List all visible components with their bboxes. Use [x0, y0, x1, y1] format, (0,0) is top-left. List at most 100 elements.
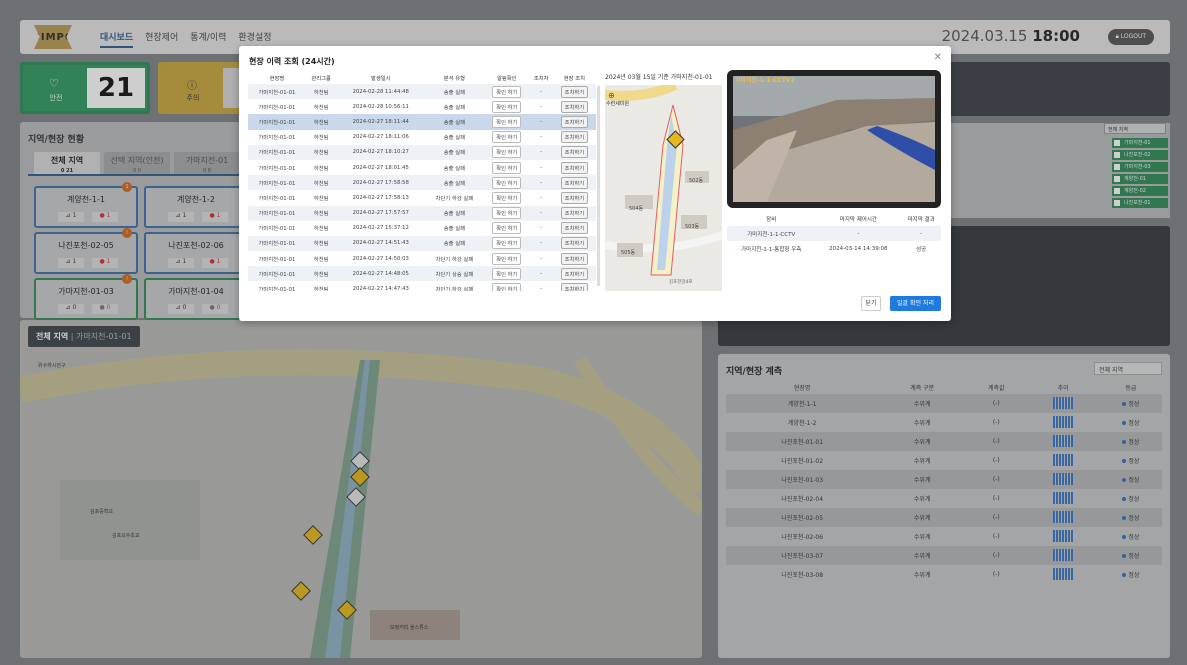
table-row[interactable]: 가마지천-01-01 하천팀 2024-02-27 18:11:06 송출 실패 확인 …: [248, 130, 596, 145]
table-row[interactable]: 가마지천-01-01 하천팀 2024-02-27 14:48:05 차단기 상승 실…: [248, 266, 596, 282]
cctv-view[interactable]: 가마지천-1-1-CCTV2: [727, 70, 941, 208]
table-row[interactable]: 가마지천-01-01 하천팀 2024-02-27 17:58:13 차단기 하강 실…: [248, 190, 596, 205]
cctv-label: 가마지천-1-1-CCTV2: [735, 77, 795, 84]
cell-group: 하천팀: [313, 165, 329, 172]
confirm-alert-button[interactable]: 확인 하기: [492, 115, 522, 128]
action-cell: 조치하기: [552, 266, 596, 282]
take-action-button[interactable]: 조치하기: [560, 131, 589, 144]
table-row[interactable]: 가마지천-01-01 하천팀 2024-02-27 15:37:12 송출 실패 확인 …: [248, 221, 596, 236]
cell-group: 하천팀: [313, 104, 329, 111]
action-cell: 조치하기: [552, 235, 596, 252]
cell-time: 2024-02-27 14:48:05: [336, 266, 425, 282]
confirm-alert-button[interactable]: 확인 하기: [492, 267, 522, 280]
take-action-button[interactable]: 조치하기: [560, 100, 589, 113]
take-action-button[interactable]: 조치하기: [560, 252, 589, 265]
table-row[interactable]: 가마지천-01-01 하천팀 2024-02-27 18:01:45 송출 실패 확인 …: [248, 160, 596, 175]
confirm-alert-button[interactable]: 확인 하기: [492, 146, 522, 159]
cell-type: 송출 실패: [424, 235, 484, 252]
action-cell: 조치하기: [552, 175, 596, 191]
bulk-confirm-button[interactable]: 일괄 확인 처리: [890, 296, 941, 311]
cell-group: 하천팀: [305, 144, 337, 160]
confirm-cell: 확인 하기: [483, 235, 530, 252]
cell-type: 송출 실패: [443, 135, 465, 142]
action-cell: 조치하기: [553, 251, 596, 266]
close-icon[interactable]: ✕: [934, 52, 942, 63]
table-row[interactable]: 가마지천-01-01 하천팀 2024-02-28 11:44:48 송출 실패 확인 …: [248, 84, 596, 100]
confirm-alert-button[interactable]: 확인 하기: [492, 207, 522, 220]
confirm-alert-button[interactable]: 확인 하기: [492, 283, 522, 291]
table-row[interactable]: 가마지천-1-1-통합형 우측 2024-03-14 14:39:08 성공: [727, 241, 941, 256]
col-time: 발생일시: [370, 75, 391, 82]
cell-time: 2024-02-27 17:58:13: [352, 194, 409, 201]
confirm-alert-button[interactable]: 확인 하기: [492, 176, 522, 189]
table-row[interactable]: 가마지천-01-01 하천팀 2024-02-27 17:58:58 송출 실패 확인 …: [248, 175, 596, 191]
cell-time: 2024-02-27 18:10:27: [336, 144, 425, 160]
confirm-alert-button[interactable]: 확인 하기: [492, 161, 522, 174]
col-device: 장비: [766, 217, 777, 223]
take-action-button[interactable]: 조치하기: [560, 115, 589, 128]
confirm-alert-button[interactable]: 확인 하기: [492, 252, 522, 265]
cell-time: -: [815, 226, 902, 241]
cell-group: 하천팀: [305, 235, 337, 252]
close-button[interactable]: 닫기: [861, 296, 881, 311]
take-action-button[interactable]: 조치하기: [560, 267, 589, 280]
action-cell: 조치하기: [552, 205, 596, 221]
take-action-button[interactable]: 조치하기: [560, 176, 589, 189]
confirm-alert-button[interactable]: 확인 하기: [492, 222, 522, 235]
action-cell: 조치하기: [553, 160, 596, 175]
map-info: 2024년 03월 15일 기준 가마지천-01-01: [605, 74, 713, 81]
confirm-alert-button[interactable]: 확인 하기: [492, 85, 522, 98]
confirm-alert-button[interactable]: 확인 하기: [492, 237, 522, 250]
col-action: 현장 조치: [563, 75, 585, 82]
take-action-button[interactable]: 조치하기: [560, 283, 589, 291]
modal-title: 현장 이력 조회 (24시간): [249, 57, 335, 66]
table-row[interactable]: 가마지천-01-01 하천팀 2024-02-27 18:10:27 송출 실패 확인 …: [248, 144, 596, 160]
take-action-button[interactable]: 조치하기: [560, 161, 589, 174]
device-table: 장비 마지막 제어시간 마지막 결과 가마지천-1-1-CCTV - - 가마지천-…: [727, 212, 941, 256]
confirm-alert-button[interactable]: 확인 하기: [492, 191, 522, 204]
take-action-button[interactable]: 조치하기: [560, 237, 589, 250]
confirm-cell: 확인 하기: [483, 84, 530, 100]
table-row[interactable]: 가마지천-01-01 하천팀 2024-02-27 14:50:03 차단기 하강 실…: [248, 251, 596, 266]
confirm-alert-button[interactable]: 확인 하기: [492, 131, 522, 144]
mini-map-label: 수련세미원: [606, 101, 630, 107]
table-row[interactable]: 가마지천-01-01 하천팀 2024-02-27 18:11:44 송출 실패 확인 …: [248, 114, 596, 130]
action-cell: 조치하기: [552, 144, 596, 160]
cell-time: 2024-03-14 14:39:08: [829, 245, 888, 252]
cell-time: 2024-02-27 18:01:45: [352, 164, 409, 171]
col-last-result: 마지막 결과: [907, 217, 935, 223]
confirm-cell: 확인 하기: [484, 99, 530, 114]
cell-time: 2024-02-27 15:37:12: [352, 225, 409, 232]
cell-site: 가마지천-01-01: [258, 165, 296, 172]
table-row[interactable]: 가마지천-1-1-CCTV - -: [727, 226, 941, 241]
mini-map-label: 김포한강4로: [669, 280, 693, 285]
cell-by: -: [529, 84, 553, 100]
cell-site: 가마지천-01-01: [248, 235, 306, 252]
table-row[interactable]: 가마지천-01-01 하천팀 2024-02-28 10:56:11 송출 실패 확인 …: [248, 99, 596, 114]
take-action-button[interactable]: 조치하기: [560, 191, 589, 204]
confirm-cell: 확인 하기: [484, 221, 530, 236]
take-action-button[interactable]: 조치하기: [560, 85, 589, 98]
table-row[interactable]: 가마지천-01-01 하천팀 2024-02-27 14:51:43 송출 실패 확인 …: [248, 235, 596, 252]
cell-by: -: [529, 114, 553, 130]
confirm-alert-button[interactable]: 확인 하기: [492, 100, 522, 113]
table-row[interactable]: 가마지천-01-01 하천팀 2024-02-27 17:57:57 송출 실패 확인 …: [248, 205, 596, 221]
site-mini-map[interactable]: ⊕ 수련세미원 502동 504동 503동 505동 김포한강4로: [605, 85, 722, 291]
cell-time: 2024-02-28 10:56:11: [352, 103, 409, 110]
cell-type: 차단기 하강 실패: [435, 256, 474, 263]
take-action-button[interactable]: 조치하기: [560, 146, 589, 159]
take-action-button[interactable]: 조치하기: [560, 207, 589, 220]
table-row[interactable]: 가마지천-01-01 하천팀 2024-02-27 14:47:43 차단기 하강 실…: [248, 281, 596, 291]
cell-group: 하천팀: [305, 266, 337, 282]
history-table: 현장명 관리그룹 발생일시 분석 유형 알림확인 조치자 현장 조치 가마지천-…: [248, 71, 596, 291]
cell-site: 가마지천-01-01: [258, 256, 296, 263]
cell-type: 차단기 상승 실패: [424, 266, 484, 282]
cell-by: -: [540, 255, 543, 262]
take-action-button[interactable]: 조치하기: [560, 222, 589, 235]
cell-type: 송출 실패: [443, 226, 465, 233]
col-by: 조치자: [533, 75, 549, 82]
cell-group: 하천팀: [305, 175, 337, 191]
table-scrollbar[interactable]: [597, 86, 600, 286]
cell-site: 가마지천-01-01: [248, 114, 306, 130]
cell-device: 가마지천-1-1-CCTV: [727, 226, 816, 241]
